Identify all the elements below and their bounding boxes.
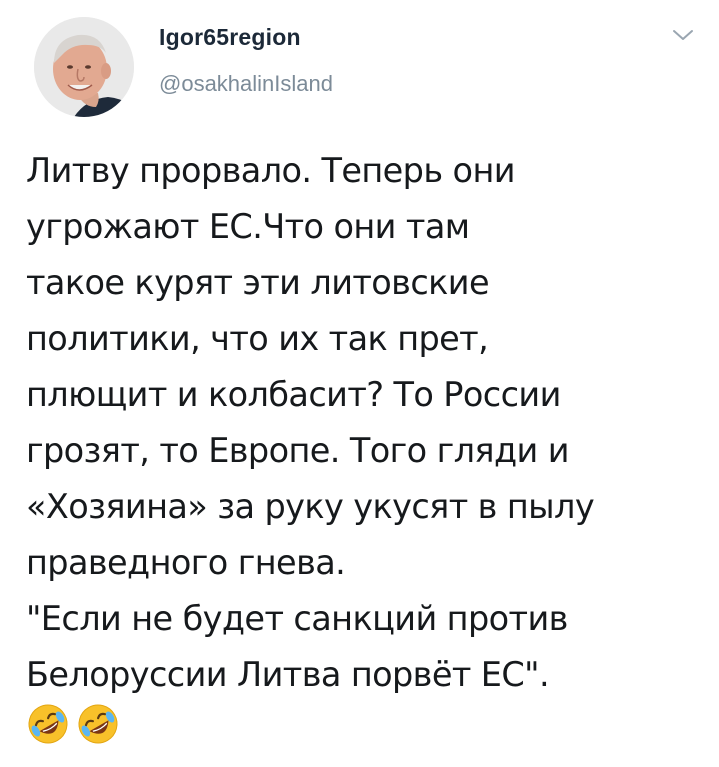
tweet-text-line: плющит и колбасит? То России	[26, 375, 561, 414]
tweet-text-line: «Хозяина» за руку укусят в пылу	[26, 487, 595, 526]
tweet-text-line: такое курят эти литовские	[26, 263, 490, 302]
tweet-text-line: грозят, то Европе. Того гляди и	[26, 431, 570, 470]
tweet-text-line: Белоруссии Литва порвёт ЕС".	[26, 655, 550, 694]
emoji-row	[26, 702, 120, 754]
display-name[interactable]: Igor65region	[159, 24, 301, 51]
tweet-text-line: политики, что их так прет,	[26, 319, 489, 358]
rolling-on-floor-laughing-emoji-icon	[28, 704, 68, 744]
tweet-text: Литву прорвало. Теперь они угрожают ЕС.Ч…	[26, 143, 706, 703]
user-avatar-photo-icon	[34, 17, 134, 117]
tweet-card: Igor65region @osakhalinIsland Литву прор…	[0, 0, 719, 767]
tweet-text-line: "Если не будет санкций против	[26, 599, 568, 638]
tweet-text-line: Литву прорвало. Теперь они	[26, 151, 516, 190]
user-handle[interactable]: @osakhalinIsland	[159, 71, 333, 97]
tweet-text-line: угрожают ЕС.Что они там	[26, 207, 470, 246]
chevron-down-icon[interactable]	[671, 26, 695, 44]
rolling-on-floor-laughing-emoji-icon	[78, 704, 118, 744]
avatar[interactable]	[34, 17, 134, 117]
tweet-text-line: праведного гнева.	[26, 543, 346, 582]
